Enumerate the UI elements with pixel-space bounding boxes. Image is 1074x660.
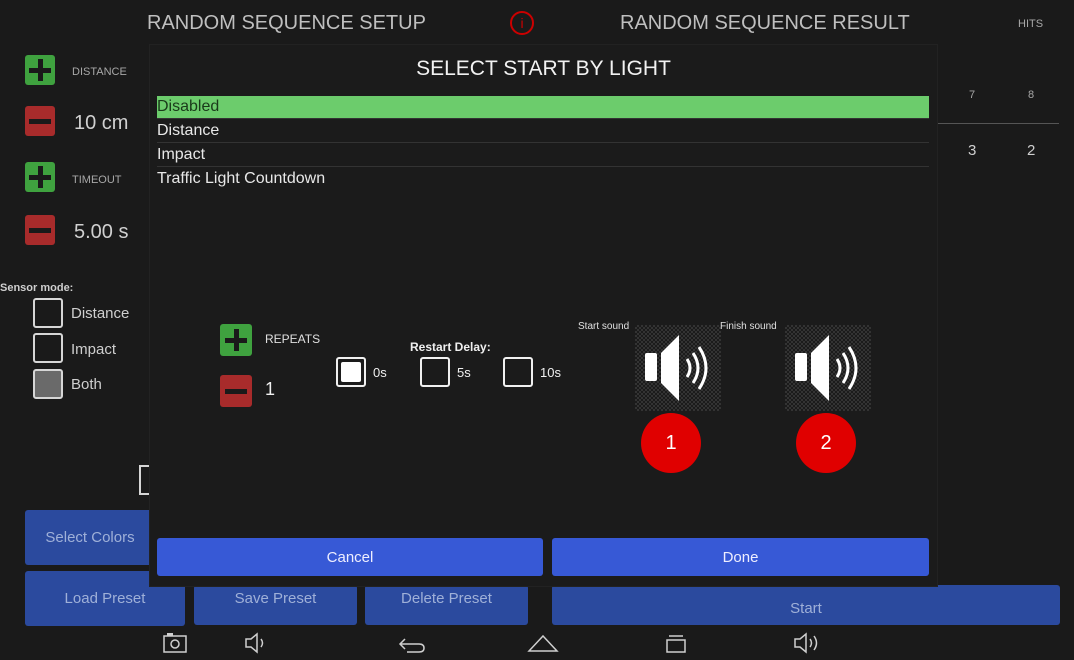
volume-up-icon[interactable] — [793, 631, 823, 655]
repeats-value: 1 — [265, 379, 276, 399]
start-button[interactable]: Start — [552, 585, 1060, 625]
distance-label: DISTANCE — [72, 66, 127, 78]
start-sound-label: Start sound — [578, 321, 630, 332]
delay-10s-checkbox[interactable] — [503, 357, 533, 387]
done-label: Done — [722, 548, 759, 566]
timeout-minus-button[interactable] — [25, 215, 55, 245]
hits-label: HITS — [1018, 18, 1044, 30]
info-icon[interactable]: i — [510, 11, 534, 35]
timeout-plus-button[interactable] — [25, 162, 55, 192]
option-distance[interactable]: Distance — [157, 120, 929, 143]
done-button[interactable]: Done — [552, 538, 929, 576]
delay-0s-checkbox[interactable] — [336, 357, 366, 387]
save-preset-button[interactable]: Save Preset — [194, 585, 357, 625]
cancel-label: Cancel — [326, 548, 374, 566]
repeats-minus-button[interactable] — [220, 375, 252, 407]
speaker-icon — [795, 335, 858, 401]
delay-0s-check-fill — [341, 362, 361, 382]
timeout-label: TIMEOUT — [72, 174, 122, 186]
navigation-bar — [0, 626, 1074, 660]
sensor-both-checkbox[interactable] — [33, 369, 63, 399]
result-value-7: 3 — [968, 142, 977, 159]
recent-apps-icon[interactable] — [664, 632, 688, 654]
delay-10s-label: 10s — [540, 365, 561, 380]
badge-2: 2 — [796, 413, 856, 473]
sensor-distance-checkbox[interactable] — [33, 298, 63, 328]
delete-preset-label: Delete Preset — [401, 590, 492, 607]
select-start-dialog: SELECT START BY LIGHT Disabled Distance … — [150, 45, 937, 586]
result-col-7: 7 — [969, 89, 976, 101]
badge-1: 1 — [641, 413, 701, 473]
finish-sound-label: Finish sound — [720, 321, 777, 332]
volume-down-icon[interactable] — [244, 632, 270, 654]
distance-minus-button[interactable] — [25, 106, 55, 136]
distance-plus-button[interactable] — [25, 55, 55, 85]
cancel-button[interactable]: Cancel — [157, 538, 543, 576]
home-icon[interactable] — [527, 632, 559, 654]
start-label: Start — [790, 600, 822, 617]
finish-sound-button[interactable] — [785, 325, 871, 411]
sensor-distance-label: Distance — [71, 305, 130, 322]
result-divider — [937, 123, 1059, 124]
result-col-8: 8 — [1028, 89, 1035, 101]
sensor-mode-label: Sensor mode: — [0, 282, 74, 294]
option-traffic-light-countdown[interactable]: Traffic Light Countdown — [157, 168, 929, 191]
dialog-title: SELECT START BY LIGHT — [416, 57, 671, 80]
repeats-plus-button[interactable] — [220, 324, 252, 356]
select-colors-button[interactable]: Select Colors — [25, 510, 155, 565]
repeats-label: REPEATS — [265, 332, 321, 346]
start-sound-button[interactable] — [635, 325, 721, 411]
speaker-icon — [645, 335, 708, 401]
delay-5s-label: 5s — [457, 365, 471, 380]
result-title: RANDOM SEQUENCE RESULT — [620, 12, 910, 34]
camera-icon[interactable] — [163, 632, 187, 654]
delay-0s-label: 0s — [373, 365, 387, 380]
back-icon[interactable] — [397, 636, 427, 654]
setup-title: RANDOM SEQUENCE SETUP — [147, 12, 426, 34]
sensor-impact-checkbox[interactable] — [33, 333, 63, 363]
save-preset-label: Save Preset — [234, 590, 317, 607]
result-value-8: 2 — [1027, 142, 1036, 159]
sensor-impact-label: Impact — [71, 341, 117, 358]
load-preset-label: Load Preset — [64, 590, 146, 607]
delete-preset-button[interactable]: Delete Preset — [365, 585, 528, 625]
timeout-value: 5.00 s — [74, 221, 129, 243]
distance-value: 10 cm — [74, 112, 129, 134]
sensor-both-label: Both — [71, 376, 102, 393]
option-disabled[interactable]: Disabled — [157, 96, 929, 119]
delay-5s-checkbox[interactable] — [420, 357, 450, 387]
restart-delay-label: Restart Delay: — [410, 340, 491, 354]
select-colors-label: Select Colors — [45, 529, 135, 546]
option-impact[interactable]: Impact — [157, 144, 929, 167]
